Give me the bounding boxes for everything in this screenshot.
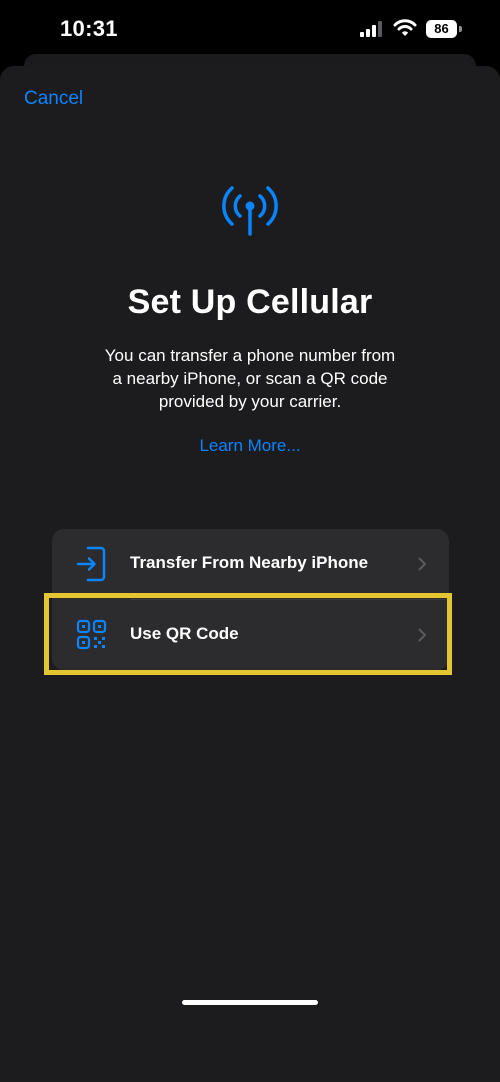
battery-icon: 86	[426, 20, 462, 38]
chevron-right-icon	[418, 557, 426, 571]
page-title: Set Up Cellular	[127, 283, 373, 321]
wifi-icon	[393, 19, 417, 36]
home-indicator[interactable]	[182, 1000, 318, 1005]
cancel-button[interactable]: Cancel	[24, 88, 83, 110]
transfer-from-nearby-iphone-button[interactable]: Transfer From Nearby iPhone	[52, 529, 449, 599]
status-time: 10:31	[60, 16, 118, 41]
page-description: You can transfer a phone number from a n…	[104, 346, 396, 411]
cellular-signal-icon	[360, 21, 382, 37]
qr-code-option-label: Use QR Code	[130, 624, 239, 643]
setup-cellular-sheet: Cancel Set Up Cellular You can transfer …	[0, 66, 500, 1082]
learn-more-link[interactable]: Learn More...	[0, 436, 500, 456]
setup-options-list: Transfer From Nearby iPhone Use QR Code	[52, 529, 449, 670]
battery-level: 86	[426, 20, 457, 38]
transfer-option-label: Transfer From Nearby iPhone	[130, 553, 369, 572]
use-qr-code-button[interactable]: Use QR Code	[52, 600, 449, 670]
antenna-icon	[222, 186, 278, 236]
status-bar: 10:31 86	[0, 0, 500, 62]
chevron-right-icon	[418, 628, 426, 642]
qr-code-icon	[76, 619, 107, 650]
transfer-in-icon	[76, 546, 106, 582]
battery-cap	[459, 26, 462, 32]
